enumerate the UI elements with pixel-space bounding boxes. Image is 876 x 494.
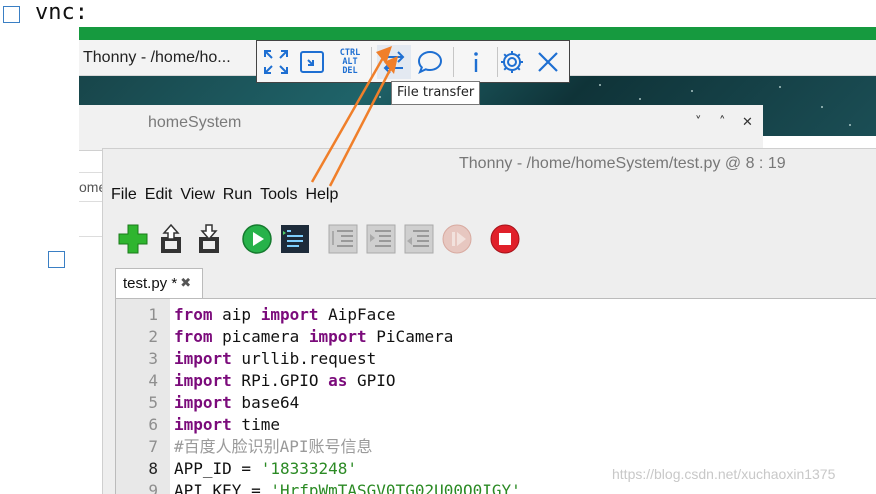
thonny-toolbar bbox=[103, 219, 876, 259]
options-button[interactable] bbox=[495, 45, 529, 79]
code-comment: #百度人脸识别API账号信息 bbox=[174, 437, 373, 456]
line-number: 2 bbox=[148, 327, 158, 346]
line-number: 9 bbox=[148, 481, 158, 494]
line-number: 7 bbox=[148, 437, 158, 456]
file-transfer-button[interactable] bbox=[377, 45, 411, 79]
resume-icon[interactable] bbox=[441, 223, 473, 255]
vnc-toolbar: CTRL ALT DEL bbox=[256, 40, 570, 83]
full-screen-button[interactable] bbox=[259, 45, 293, 79]
minimize-button[interactable]: ˅ bbox=[695, 115, 702, 130]
close-vnc-button[interactable] bbox=[531, 45, 565, 79]
step-into-icon[interactable] bbox=[365, 223, 397, 255]
expand-arrows-icon bbox=[264, 50, 288, 74]
debug-icon[interactable] bbox=[279, 223, 311, 255]
code-line: import urllib.request bbox=[174, 349, 377, 368]
tab-label: test.py * bbox=[123, 275, 178, 292]
toolbar-separator bbox=[371, 47, 372, 77]
code-line: import time bbox=[174, 415, 280, 434]
menu-tools[interactable]: Tools bbox=[260, 186, 297, 210]
tab-test-py[interactable]: test.py * ✖ bbox=[115, 268, 203, 298]
watermark: https://blog.csdn.net/xuchaoxin1375 bbox=[612, 466, 836, 482]
code-line: from aip import AipFace bbox=[174, 305, 396, 324]
vnc-accent-bar bbox=[79, 27, 876, 40]
vnc-window-title: Thonny - /home/ho... bbox=[83, 49, 231, 66]
checkbox[interactable] bbox=[3, 6, 20, 23]
load-icon[interactable] bbox=[155, 223, 187, 255]
ctrl-alt-del-button[interactable]: CTRL ALT DEL bbox=[333, 45, 367, 79]
line-number-gutter: 1 2 3 4 5 6 7 8 9 bbox=[116, 299, 170, 494]
checkbox[interactable] bbox=[48, 251, 65, 268]
code-line: import base64 bbox=[174, 393, 300, 412]
code-line: APP_ID = '18333248' bbox=[174, 459, 358, 478]
file-transfer-icon bbox=[383, 51, 405, 74]
menu-bar: File Edit View Run Tools Help bbox=[111, 186, 346, 210]
ctrl-alt-del-icon: CTRL ALT DEL bbox=[339, 47, 361, 76]
tab-close-icon[interactable]: ✖ bbox=[180, 276, 191, 291]
page-heading: vnc: bbox=[35, 0, 88, 25]
step-out-icon[interactable] bbox=[403, 223, 435, 255]
menu-run[interactable]: Run bbox=[223, 186, 252, 210]
scale-button[interactable] bbox=[295, 45, 329, 79]
toolbar-separator bbox=[453, 47, 454, 77]
close-button[interactable]: ✕ bbox=[742, 115, 753, 130]
info-icon bbox=[474, 52, 478, 72]
stop-icon[interactable] bbox=[489, 223, 521, 255]
info-button[interactable] bbox=[459, 45, 493, 79]
gear-icon bbox=[501, 51, 523, 73]
code-line: API_KEY = 'HrfpWmTASGV0TG02U00Q0IGY' bbox=[174, 481, 521, 494]
step-over-icon[interactable] bbox=[327, 223, 359, 255]
thonny-window-title: Thonny - /home/homeSystem/test.py @ 8 : … bbox=[459, 155, 786, 172]
current-line-number: 8 bbox=[148, 459, 158, 478]
menu-edit[interactable]: Edit bbox=[145, 186, 173, 210]
line-number: 1 bbox=[148, 305, 158, 324]
homesystem-window-title: homeSystem bbox=[148, 114, 242, 131]
divider bbox=[79, 236, 103, 237]
menu-help[interactable]: Help bbox=[305, 186, 338, 210]
menu-view[interactable]: View bbox=[180, 186, 214, 210]
maximize-button[interactable]: ˄ bbox=[719, 115, 726, 130]
close-icon bbox=[538, 52, 558, 72]
save-icon[interactable] bbox=[193, 223, 225, 255]
homesystem-window: homeSystem ˅ ˄ ✕ bbox=[79, 105, 763, 151]
chat-bubble-icon bbox=[417, 50, 443, 74]
line-number: 4 bbox=[148, 371, 158, 390]
new-file-icon[interactable] bbox=[117, 223, 149, 255]
menu-file[interactable]: File bbox=[111, 186, 137, 210]
line-number: 5 bbox=[148, 393, 158, 412]
scale-to-window-icon bbox=[300, 51, 324, 73]
line-number: 3 bbox=[148, 349, 158, 368]
code-line: import RPi.GPIO as GPIO bbox=[174, 371, 396, 390]
file-transfer-tooltip: File transfer bbox=[391, 81, 481, 105]
line-number: 6 bbox=[148, 415, 158, 434]
code-editor[interactable]: 1 2 3 4 5 6 7 8 9 from aip import AipFac… bbox=[115, 298, 876, 494]
chat-button[interactable] bbox=[413, 45, 447, 79]
run-icon[interactable] bbox=[241, 223, 273, 255]
code-line: from picamera import PiCamera bbox=[174, 327, 454, 346]
thonny-window: Thonny - /home/homeSystem/test.py @ 8 : … bbox=[102, 148, 876, 494]
